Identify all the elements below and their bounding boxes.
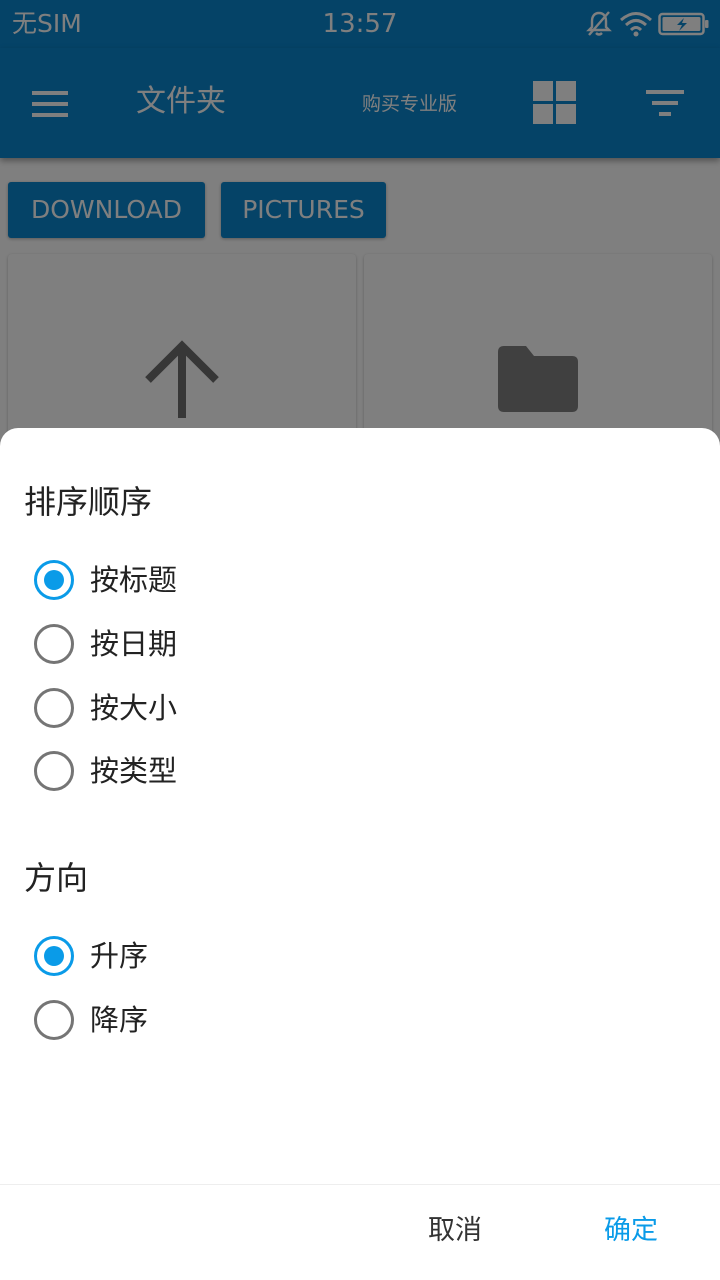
sort-option-label: 按大小 — [90, 691, 178, 725]
sort-dialog: 排序顺序 按标题 按日期 按大小 按类型 方向 升序 降序 取消 确定 — [0, 428, 720, 1280]
radio-unchecked-icon — [34, 624, 74, 664]
sort-option-size[interactable]: 按大小 — [34, 684, 434, 732]
direction-option-descending[interactable]: 降序 — [34, 996, 434, 1044]
sort-order-title: 排序顺序 — [24, 483, 153, 521]
sort-option-date[interactable]: 按日期 — [34, 620, 434, 668]
direction-option-label: 升序 — [90, 939, 149, 973]
sort-option-type[interactable]: 按类型 — [34, 747, 434, 795]
cancel-button[interactable]: 取消 — [428, 1211, 482, 1251]
radio-checked-icon — [34, 936, 74, 976]
direction-title: 方向 — [24, 859, 89, 897]
radio-unchecked-icon — [34, 751, 74, 791]
sort-option-label: 按标题 — [90, 563, 178, 597]
sort-option-label: 按日期 — [90, 627, 178, 661]
direction-option-ascending[interactable]: 升序 — [34, 932, 434, 980]
radio-unchecked-icon — [34, 1000, 74, 1040]
direction-option-label: 降序 — [90, 1003, 149, 1037]
sort-option-label: 按类型 — [90, 754, 178, 788]
radio-checked-icon — [34, 560, 74, 600]
sort-option-title[interactable]: 按标题 — [34, 556, 434, 604]
radio-unchecked-icon — [34, 688, 74, 728]
confirm-button[interactable]: 确定 — [604, 1211, 658, 1251]
dialog-footer: 取消 确定 — [0, 1184, 720, 1280]
